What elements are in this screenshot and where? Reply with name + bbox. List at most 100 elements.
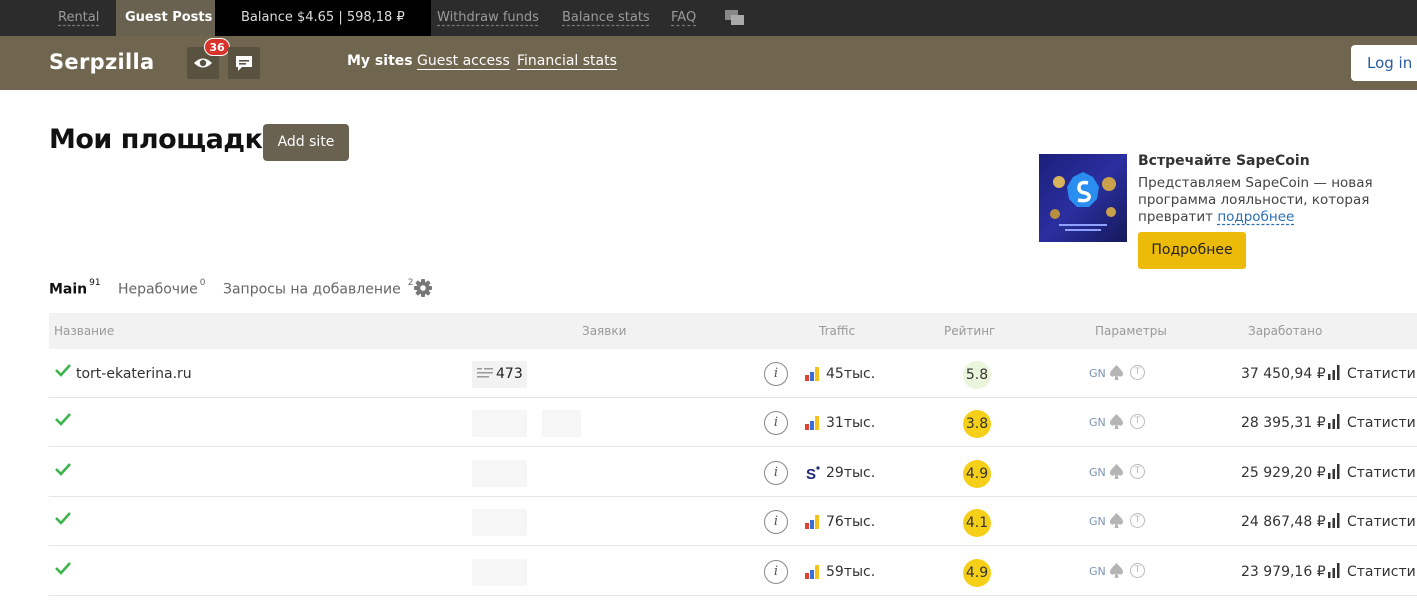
info-icon[interactable]: i [764, 560, 788, 584]
serpzilla-logo[interactable]: Serpzilla [49, 50, 154, 74]
rental-link[interactable]: Rental [58, 0, 99, 36]
sapecoin-promo-image[interactable] [1039, 154, 1127, 242]
requests-count[interactable]: 473 [472, 361, 527, 388]
table-row[interactable]: i 31тыс. 3.8 GN T 28 395,31 ₽ Статистика [49, 398, 1417, 447]
requests-placeholder [472, 509, 527, 536]
col-traffic[interactable]: Traffic [819, 324, 855, 338]
table-row[interactable]: i 76тыс. 4.1 GN T 24 867,48 ₽ Статистика [49, 497, 1417, 546]
col-rating[interactable]: Рейтинг [944, 324, 995, 338]
requests-placeholder [472, 559, 527, 586]
requests-value: 473 [496, 366, 523, 382]
faq-link[interactable]: FAQ [671, 0, 696, 36]
rating-badge: 4.1 [963, 509, 991, 537]
info-icon[interactable]: i [764, 461, 788, 485]
trust-icon: T [1130, 414, 1145, 429]
messages-button[interactable] [228, 47, 260, 79]
balance-stats-link[interactable]: Balance stats [562, 0, 650, 36]
info-icon[interactable]: i [764, 411, 788, 435]
trust-icon: T [1130, 513, 1145, 528]
earned-amount: 23 979,16 ₽ [1241, 564, 1326, 580]
spade-icon [1110, 464, 1123, 479]
balance-display: Balance $4.65 | 598,18 ₽ [215, 0, 431, 36]
earned-amount: 37 450,94 ₽ [1241, 366, 1326, 382]
gn-label: GN [1089, 515, 1106, 528]
withdraw-funds-link[interactable]: Withdraw funds [437, 0, 539, 36]
statistics-link[interactable]: Статистика [1347, 366, 1417, 382]
message-icon [236, 56, 252, 71]
guest-posts-tab[interactable]: Guest Posts [116, 0, 222, 36]
col-name[interactable]: Название [54, 324, 114, 338]
promo-details-button[interactable]: Подробнее [1138, 232, 1246, 269]
requests-placeholder [472, 460, 527, 487]
table-row[interactable]: i S 29тыс. 4.9 GN T 25 929,20 ₽ Статистика [49, 448, 1417, 497]
promo-text: Представляем SapeCoin — новая программа … [1138, 175, 1378, 226]
notification-badge: 36 [204, 38, 230, 56]
requests-placeholder-2 [542, 410, 581, 437]
traffic-value: 59тыс. [826, 564, 876, 580]
requests-placeholder [472, 410, 527, 437]
tab-add-requests[interactable]: Запросы на добавление 2 [223, 278, 413, 298]
table-header: Название Заявки Traffic Рейтинг Параметр… [49, 313, 1417, 349]
nav-guest-access[interactable]: Guest access [417, 53, 510, 69]
trust-icon: T [1130, 464, 1145, 479]
rating-badge: 4.9 [963, 559, 991, 587]
spade-icon [1110, 414, 1123, 429]
check-icon [55, 364, 71, 377]
tab-inactive[interactable]: Нерабочие 0 [118, 278, 206, 298]
list-icon [477, 368, 493, 378]
nav-my-sites[interactable]: My sites [347, 53, 413, 69]
col-params[interactable]: Параметры [1095, 324, 1167, 338]
metrica-icon [805, 565, 819, 579]
earned-amount: 25 929,20 ₽ [1241, 465, 1326, 481]
sapecoin-logo-icon [1050, 172, 1116, 231]
site-name[interactable]: tort-ekaterina.ru [76, 366, 192, 382]
rating-badge: 5.8 [963, 361, 991, 389]
statistics-link[interactable]: Статистика [1347, 415, 1417, 431]
tab-add-requests-label: Запросы на добавление [223, 281, 401, 298]
info-icon[interactable]: i [764, 510, 788, 534]
check-icon [55, 512, 71, 525]
rating-badge: 4.9 [963, 460, 991, 488]
trust-icon: T [1130, 563, 1145, 578]
tab-inactive-count: 0 [199, 278, 206, 288]
promo-more-link[interactable]: подробнее [1217, 209, 1294, 225]
chat-icon[interactable] [725, 10, 745, 26]
table-row[interactable]: i 59тыс. 4.9 GN T 23 979,16 ₽ Статистика [49, 547, 1417, 596]
tab-main-count: 91 [89, 278, 101, 288]
svg-text:S: S [806, 466, 816, 481]
top-bar: Rental Guest Posts Balance $4.65 | 598,1… [0, 0, 1417, 36]
bar-chart-icon [1328, 513, 1340, 528]
col-earned[interactable]: Заработано [1248, 324, 1322, 338]
bar-chart-icon [1328, 365, 1340, 380]
tab-main[interactable]: Main 91 [49, 278, 101, 298]
tab-inactive-label: Нерабочие [118, 281, 198, 298]
gear-icon[interactable] [413, 278, 433, 298]
check-icon [55, 562, 71, 575]
gn-label: GN [1089, 367, 1106, 380]
spade-icon [1110, 563, 1123, 578]
gn-label: GN [1089, 466, 1106, 479]
rating-badge: 3.8 [963, 410, 991, 438]
login-button[interactable]: Log in a [1351, 45, 1417, 81]
gn-label: GN [1089, 565, 1106, 578]
page-title: Мои площадки [49, 124, 281, 155]
metrica-icon [805, 416, 819, 430]
earned-amount: 24 867,48 ₽ [1241, 514, 1326, 530]
col-requests[interactable]: Заявки [582, 324, 626, 338]
statistics-link[interactable]: Статистика [1347, 564, 1417, 580]
gn-label: GN [1089, 416, 1106, 429]
bar-chart-icon [1328, 414, 1340, 429]
tab-main-label: Main [49, 281, 88, 298]
add-site-button[interactable]: Add site [263, 124, 349, 161]
statistics-link[interactable]: Статистика [1347, 514, 1417, 530]
sape-icon: S [806, 466, 820, 481]
earned-amount: 28 395,31 ₽ [1241, 415, 1326, 431]
check-icon [55, 463, 71, 476]
info-icon[interactable]: i [764, 362, 788, 386]
statistics-link[interactable]: Статистика [1347, 465, 1417, 481]
nav-financial-stats[interactable]: Financial stats [517, 53, 617, 69]
check-icon [55, 413, 71, 426]
main-header: Serpzilla 36 My sites Guest access Finan… [0, 36, 1417, 90]
bar-chart-icon [1328, 563, 1340, 578]
table-row[interactable]: tort-ekaterina.ru 473 i 45тыс. 5.8 GN T 37 450,… [49, 349, 1417, 398]
